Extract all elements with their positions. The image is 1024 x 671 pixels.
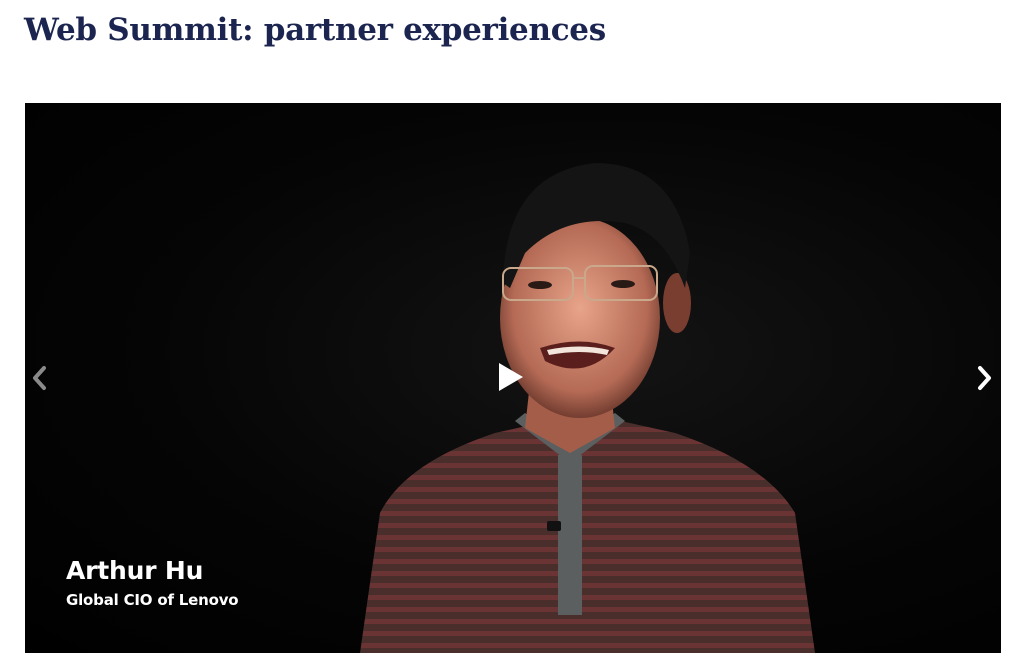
speaker-caption: Arthur Hu Global CIO of Lenovo bbox=[66, 555, 239, 611]
play-icon[interactable] bbox=[491, 359, 527, 395]
video-player[interactable]: Arthur Hu Global CIO of Lenovo bbox=[25, 103, 1001, 653]
chevron-left-icon[interactable] bbox=[27, 363, 53, 393]
page-title: Web Summit: partner experiences bbox=[24, 12, 606, 48]
speaker-role: Global CIO of Lenovo bbox=[66, 591, 239, 609]
chevron-right-icon[interactable] bbox=[971, 363, 997, 393]
video-carousel: Arthur Hu Global CIO of Lenovo bbox=[25, 103, 1001, 653]
speaker-name: Arthur Hu bbox=[66, 556, 204, 585]
